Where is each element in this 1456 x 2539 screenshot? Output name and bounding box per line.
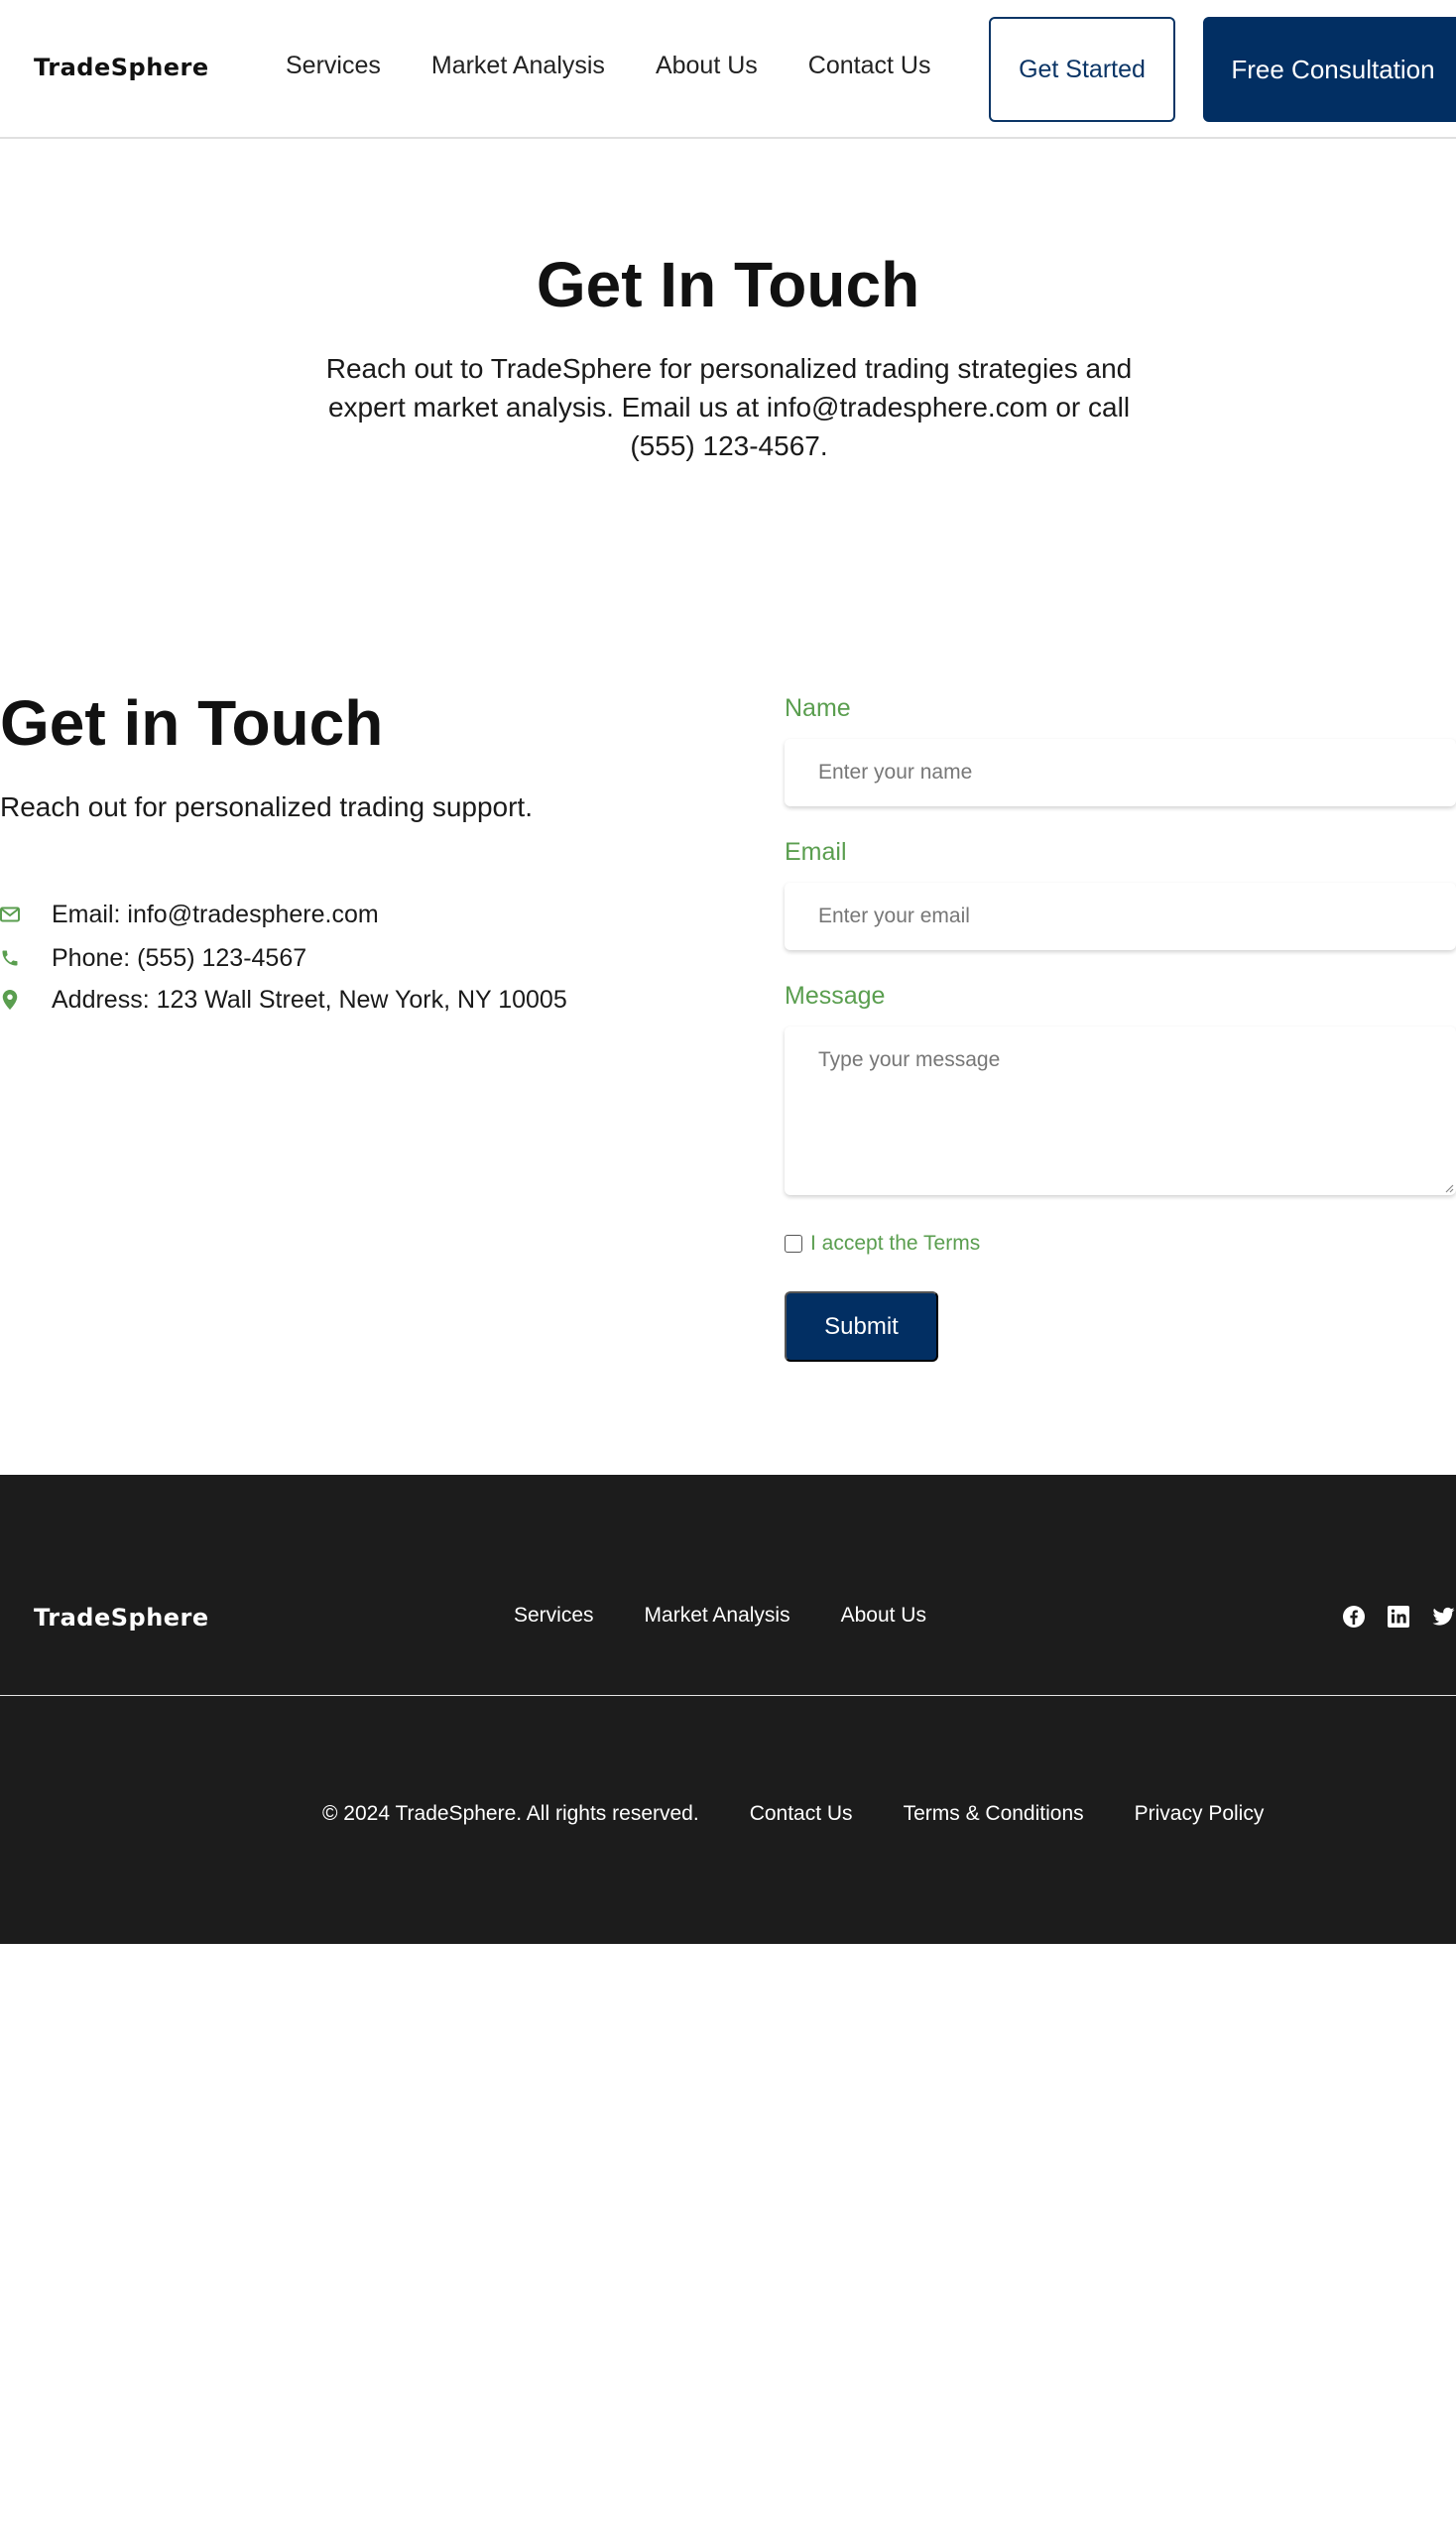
footer-link-market-analysis[interactable]: Market Analysis [645, 1604, 790, 1628]
nav-links: Services Market Analysis About Us Contac… [286, 52, 981, 80]
message-textarea[interactable]: Type your message [785, 1027, 1456, 1195]
name-input[interactable]: Enter your name [785, 739, 1456, 806]
copyright-text: © 2024 TradeSphere. All rights reserved. [322, 1802, 699, 1825]
phone-icon [0, 948, 20, 968]
nav-link-services[interactable]: Services [286, 52, 381, 80]
terms-checkbox[interactable] [785, 1235, 802, 1253]
message-label: Message [785, 982, 886, 1010]
envelope-icon [0, 905, 20, 924]
twitter-icon[interactable] [1431, 1605, 1456, 1629]
nav-link-contact-us[interactable]: Contact Us [808, 52, 931, 80]
contact-subtitle: Reach out for personalized trading suppo… [0, 791, 533, 822]
contact-address: Address: 123 Wall Street, New York, NY 1… [0, 984, 567, 1016]
footer-divider [0, 1695, 1456, 1696]
contact-phone: Phone: (555) 123-4567 [0, 942, 306, 974]
footer-logo[interactable]: TradeSphere [34, 1604, 209, 1632]
contact-email: Email: info@tradesphere.com [0, 899, 379, 930]
name-label: Name [785, 694, 851, 722]
resize-handle-icon[interactable] [1442, 1181, 1454, 1193]
footer-link-contact-us[interactable]: Contact Us [750, 1802, 853, 1826]
hero-title: Get In Touch [536, 249, 920, 320]
hero-text: Reach out to TradeSphere for personalize… [325, 353, 1133, 461]
get-started-button[interactable]: Get Started [989, 17, 1175, 122]
nav-link-about-us[interactable]: About Us [656, 52, 758, 80]
facebook-icon[interactable] [1342, 1605, 1366, 1629]
email-label: Email [785, 838, 847, 866]
terms-label[interactable]: I accept the Terms [810, 1232, 980, 1256]
map-pin-icon [0, 990, 20, 1010]
linkedin-icon[interactable] [1387, 1605, 1410, 1629]
footer-link-terms[interactable]: Terms & Conditions [904, 1802, 1084, 1826]
footer-link-services[interactable]: Services [514, 1604, 594, 1628]
footer-links: Services Market Analysis About Us [514, 1604, 977, 1628]
terms-row: I accept the Terms [785, 1232, 980, 1256]
footer-link-about-us[interactable]: About Us [841, 1604, 926, 1628]
footer-bottom: © 2024 TradeSphere. All rights reserved.… [322, 1802, 1314, 1826]
submit-button[interactable]: Submit [785, 1291, 938, 1362]
contact-phone-text[interactable]: Phone: (555) 123-4567 [52, 944, 306, 973]
footer-link-privacy[interactable]: Privacy Policy [1135, 1802, 1265, 1826]
nav-link-market-analysis[interactable]: Market Analysis [431, 52, 605, 80]
free-consultation-button[interactable]: Free Consultation [1203, 17, 1456, 122]
email-input[interactable]: Enter your email [785, 883, 1456, 950]
contact-email-text[interactable]: Email: info@tradesphere.com [52, 901, 379, 929]
contact-title: Get in Touch [0, 687, 384, 759]
footer: TradeSphere Services Market Analysis Abo… [0, 1475, 1456, 1944]
logo[interactable]: TradeSphere [34, 54, 209, 81]
navbar: TradeSphere Services Market Analysis Abo… [0, 0, 1456, 139]
contact-address-text: Address: 123 Wall Street, New York, NY 1… [52, 985, 567, 1014]
message-placeholder: Type your message [818, 1048, 1001, 1071]
